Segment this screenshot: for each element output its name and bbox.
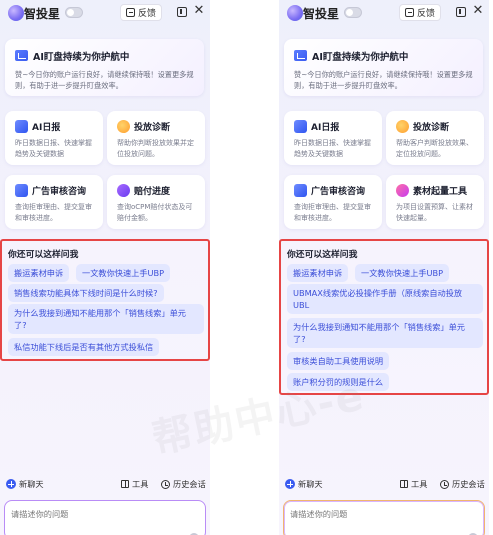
card-desc: 昨日数据日报、快速掌握趋势及关键数据 bbox=[294, 139, 371, 158]
app-title: 智投星 bbox=[303, 7, 340, 21]
tools-button[interactable]: 工具 bbox=[400, 478, 427, 490]
new-chat-button[interactable]: 新聊天 bbox=[285, 478, 323, 490]
question-chip[interactable]: 销售线索功能具体下线时间是什么时候? bbox=[8, 284, 164, 302]
history-button[interactable]: 历史会话 bbox=[440, 478, 485, 490]
feedback-icon bbox=[126, 8, 135, 17]
review-icon bbox=[294, 184, 307, 197]
suggested-questions: 你还可以这样问我 搬运素材申诉 一文教你快速上手UBP 销售线索功能具体下线时间… bbox=[0, 239, 210, 361]
footer-bar: 新聊天 工具 历史会话 bbox=[0, 477, 210, 493]
card-title: AI日报 bbox=[32, 123, 61, 133]
tools-icon bbox=[121, 480, 129, 488]
question-chip[interactable]: 搬运素材申诉 bbox=[8, 264, 70, 282]
report-icon bbox=[294, 120, 307, 133]
questions-title: 你还可以这样问我 bbox=[287, 250, 358, 260]
diagnosis-icon bbox=[117, 120, 130, 133]
feedback-label: 反馈 bbox=[138, 9, 157, 19]
feedback-button[interactable]: 反馈 bbox=[399, 4, 442, 21]
question-chip[interactable]: 私信功能下线后是否有其他方式投私信 bbox=[8, 338, 160, 356]
feedback-button[interactable]: 反馈 bbox=[120, 4, 163, 21]
card-title: 赔付进度 bbox=[134, 187, 171, 197]
mode-toggle[interactable] bbox=[65, 7, 83, 18]
question-chip[interactable]: 审核类自助工具使用说明 bbox=[287, 352, 390, 370]
review-icon bbox=[15, 184, 28, 197]
card-title: AI日报 bbox=[311, 123, 340, 133]
new-chat-button[interactable]: 新聊天 bbox=[6, 478, 44, 490]
tools-icon bbox=[400, 480, 408, 488]
logo-icon bbox=[8, 5, 24, 21]
header: 智投星 反馈 ✕ bbox=[0, 0, 210, 26]
card-desc: 帮助客户判断投放效果、定位投放问题。 bbox=[396, 139, 473, 158]
card-ai-report[interactable]: AI日报 昨日数据日报、快速掌握趋势及关键数据 bbox=[5, 111, 103, 165]
tools-label: 工具 bbox=[132, 479, 149, 489]
question-chip[interactable]: 一文教你快速上手UBP bbox=[355, 264, 450, 282]
question-chip[interactable]: 账户积分罚的规则是什么 bbox=[287, 373, 390, 391]
question-chip[interactable]: 为什么我接到通知不能用那个「销售线索」单元了? bbox=[8, 304, 204, 334]
chat-input[interactable] bbox=[11, 508, 199, 528]
card-ai-report[interactable]: AI日报 昨日数据日报、快速掌握趋势及关键数据 bbox=[284, 111, 382, 165]
card-compensation[interactable]: 赔付进度 查询oCPM赔付状态及可赔付金额。 bbox=[107, 175, 205, 229]
question-chip[interactable]: UBMAX线索优必投操作手册（原线索自动投放UBL bbox=[287, 284, 483, 314]
questions-title: 你还可以这样问我 bbox=[8, 250, 79, 260]
monitor-banner[interactable]: AI盯盘持续为你护航中 赞~今日你的账户运行良好，请继续保持哦！设置更多规则，有… bbox=[5, 39, 204, 96]
question-chip[interactable]: 搬运素材申诉 bbox=[287, 264, 349, 282]
material-boost-icon bbox=[396, 184, 409, 197]
footer-bar: 新聊天 工具 历史会话 bbox=[279, 477, 489, 493]
expand-icon[interactable] bbox=[456, 7, 466, 17]
expand-icon[interactable] bbox=[177, 7, 187, 17]
banner-title: AI盯盘持续为你护航中 bbox=[312, 52, 409, 63]
card-desc: 查询拒审理由、提交复审和审核进度。 bbox=[294, 203, 371, 222]
new-chat-label: 新聊天 bbox=[19, 479, 44, 489]
close-icon[interactable]: ✕ bbox=[472, 4, 484, 17]
banner-desc: 赞~今日你的账户运行良好，请继续保持哦！设置更多规则，有助于进一步提升盯盘效率。 bbox=[15, 70, 194, 90]
diagnosis-icon bbox=[396, 120, 409, 133]
close-icon[interactable]: ✕ bbox=[193, 4, 205, 17]
header: 智投星 反馈 ✕ bbox=[279, 0, 489, 26]
card-diagnosis[interactable]: 投放诊断 帮助客户判断投放效果、定位投放问题。 bbox=[386, 111, 484, 165]
card-title: 广告审核咨询 bbox=[32, 187, 87, 197]
question-chip[interactable]: 为什么我接到通知不能用那个「销售线索」单元了? bbox=[287, 318, 483, 348]
card-desc: 帮助你判断投放效果并定位投放问题。 bbox=[117, 139, 194, 158]
report-icon bbox=[15, 120, 28, 133]
card-title: 广告审核咨询 bbox=[311, 187, 366, 197]
history-button[interactable]: 历史会话 bbox=[161, 478, 206, 490]
plus-icon bbox=[6, 479, 16, 489]
card-ad-review[interactable]: 广告审核咨询 查询拒审理由、提交复审和审核进度。 bbox=[284, 175, 382, 229]
new-chat-label: 新聊天 bbox=[298, 479, 323, 489]
chat-input-box bbox=[283, 500, 485, 535]
mode-toggle[interactable] bbox=[344, 7, 362, 18]
logo-icon bbox=[287, 5, 303, 21]
card-desc: 昨日数据日报、快速掌握趋势及关键数据 bbox=[15, 139, 92, 158]
feedback-label: 反馈 bbox=[417, 9, 436, 19]
app-title: 智投星 bbox=[24, 7, 61, 21]
history-label: 历史会话 bbox=[452, 479, 485, 489]
monitor-icon bbox=[15, 50, 28, 61]
card-title: 投放诊断 bbox=[413, 123, 450, 133]
question-chip[interactable]: 一文教你快速上手UBP bbox=[76, 264, 171, 282]
monitor-banner[interactable]: AI盯盘持续为你护航中 赞~今日你的账户运行良好，请继续保持哦！设置更多规则，有… bbox=[284, 39, 483, 96]
tools-label: 工具 bbox=[411, 479, 428, 489]
monitor-icon bbox=[294, 50, 307, 61]
banner-title: AI盯盘持续为你护航中 bbox=[33, 52, 130, 63]
left-panel: 智投星 反馈 ✕ AI盯盘持续为你护航中 赞~今日你的账户运行良好，请继续保持哦… bbox=[0, 0, 210, 535]
card-title: 素材起量工具 bbox=[413, 187, 468, 197]
chat-input[interactable] bbox=[290, 508, 478, 528]
history-label: 历史会话 bbox=[173, 479, 206, 489]
card-diagnosis[interactable]: 投放诊断 帮助你判断投放效果并定位投放问题。 bbox=[107, 111, 205, 165]
chat-input-box bbox=[4, 500, 206, 535]
history-icon bbox=[161, 479, 170, 489]
suggested-questions: 你还可以这样问我 搬运素材申诉 一文教你快速上手UBP UBMAX线索优必投操作… bbox=[279, 239, 489, 395]
card-material-boost[interactable]: 素材起量工具 为项目设置预算、让素材快速起量。 bbox=[386, 175, 484, 229]
right-panel: 智投星 反馈 ✕ AI盯盘持续为你护航中 赞~今日你的账户运行良好，请继续保持哦… bbox=[279, 0, 489, 535]
card-desc: 查询oCPM赔付状态及可赔付金额。 bbox=[117, 203, 193, 222]
card-ad-review[interactable]: 广告审核咨询 查询拒审理由、提交复审和审核进度。 bbox=[5, 175, 103, 229]
card-title: 投放诊断 bbox=[134, 123, 171, 133]
banner-desc: 赞~今日你的账户运行良好，请继续保持哦！设置更多规则，有助于进一步提升盯盘效率。 bbox=[294, 70, 473, 90]
tools-button[interactable]: 工具 bbox=[121, 478, 148, 490]
history-icon bbox=[440, 479, 449, 489]
compensation-icon bbox=[117, 184, 130, 197]
card-desc: 为项目设置预算、让素材快速起量。 bbox=[396, 203, 473, 222]
card-desc: 查询拒审理由、提交复审和审核进度。 bbox=[15, 203, 92, 222]
plus-icon bbox=[285, 479, 295, 489]
feedback-icon bbox=[405, 8, 414, 17]
